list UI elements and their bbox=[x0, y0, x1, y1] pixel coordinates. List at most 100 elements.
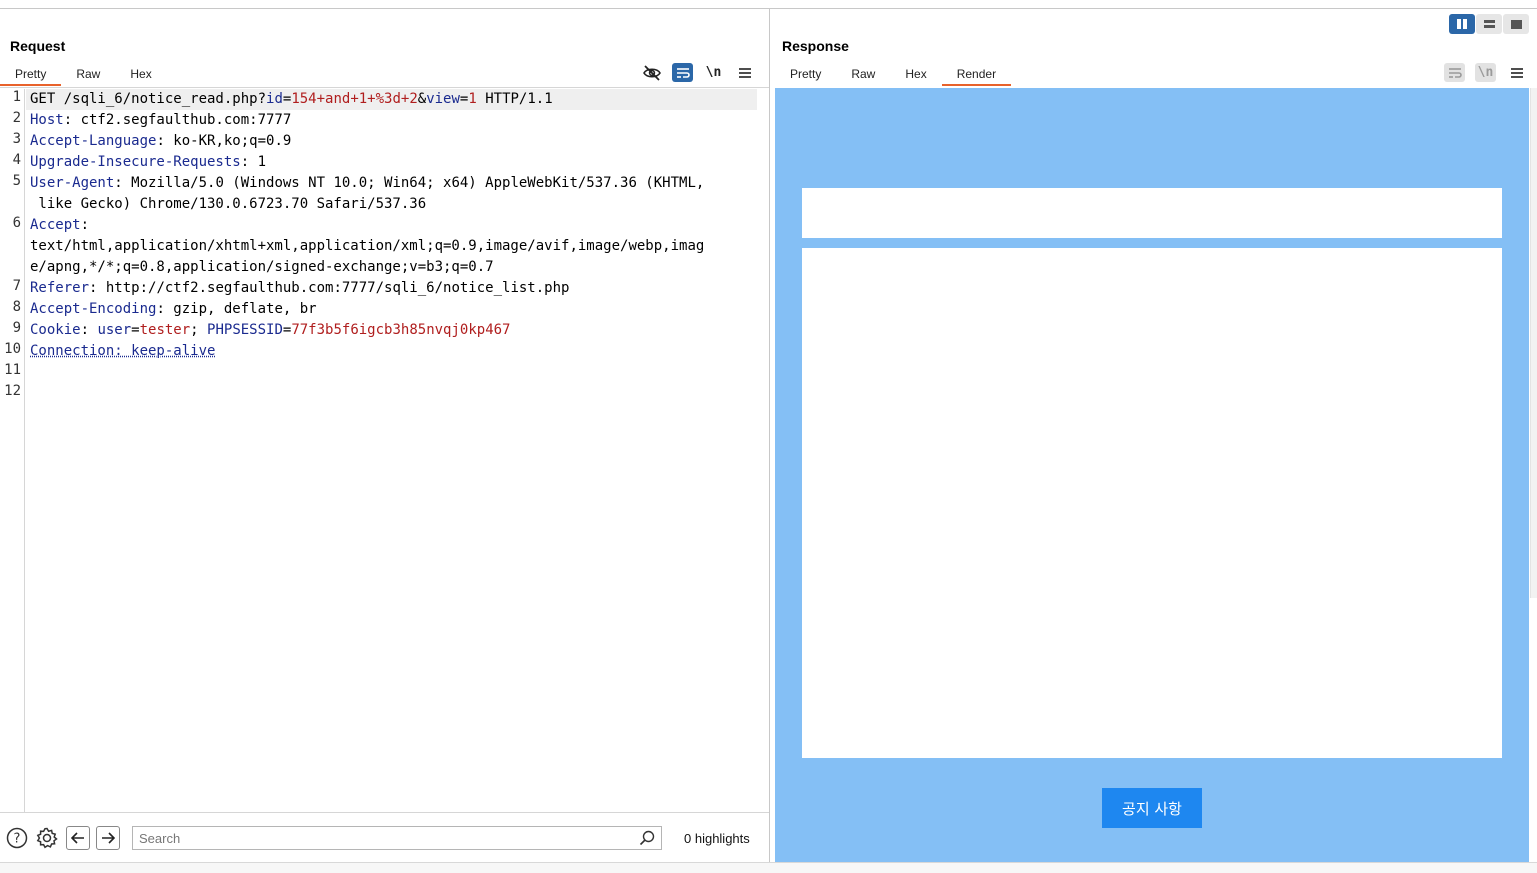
code-line: 10 Connection: keep-alive bbox=[0, 341, 769, 362]
search-icon[interactable] bbox=[639, 830, 655, 849]
line-number: 6 bbox=[12, 215, 21, 231]
line-text: Accept-Encoding: gzip, deflate, br bbox=[30, 299, 317, 320]
code-token: tester bbox=[139, 322, 191, 338]
arrow-left-icon bbox=[71, 832, 84, 844]
request-editor[interactable]: 1 GET /sqli_6/notice_read.php?id = 154+and+… bbox=[0, 89, 769, 812]
line-text: e/apng,*/*;q=0.8,application/signed-exch… bbox=[30, 257, 494, 278]
code-token: Accept bbox=[30, 217, 81, 233]
line-number: 7 bbox=[12, 278, 21, 294]
response-word-wrap-button[interactable] bbox=[1444, 63, 1465, 82]
code-token: HTTP/1.1 bbox=[476, 91, 553, 107]
response-toolbar: \n bbox=[1444, 63, 1527, 82]
rendered-title-box bbox=[802, 188, 1502, 238]
response-tab-render[interactable]: Render bbox=[941, 65, 1012, 86]
request-tab-pretty[interactable]: Pretty bbox=[0, 65, 62, 86]
request-tab-hex[interactable]: Hex bbox=[115, 65, 166, 86]
svg-text:?: ? bbox=[14, 832, 21, 847]
line-text: Referer: http://ctf2.segfaulthub.com:777… bbox=[30, 278, 569, 299]
request-toolbar: \n bbox=[641, 63, 755, 82]
arrow-right-icon bbox=[102, 832, 115, 844]
code-token: : Mozilla/5.0 (Windows NT 10.0; Win64; x… bbox=[114, 175, 705, 191]
code-token: : http://ctf2.segfaulthub.com:7777/sqli_… bbox=[89, 280, 570, 296]
search-input[interactable] bbox=[139, 831, 619, 846]
code-token: : ko-KR,ko;q=0.9 bbox=[156, 133, 292, 149]
highlights-count: 0 highlights bbox=[684, 831, 750, 846]
bottom-bar: ? Search 0 highlights bbox=[0, 812, 769, 862]
code-line: like Gecko) Chrome/130.0.6723.70 Safari/… bbox=[0, 194, 769, 215]
response-show-newlines-button[interactable]: \n bbox=[1475, 63, 1496, 82]
code-token: PHPSESSID bbox=[207, 322, 283, 338]
previous-button[interactable] bbox=[66, 826, 90, 850]
code-line: 4 Upgrade-Insecure-Requests: 1 bbox=[0, 152, 769, 173]
line-number: 5 bbox=[12, 173, 21, 189]
response-menu-button[interactable] bbox=[1506, 63, 1527, 82]
response-tab-raw[interactable]: Raw bbox=[836, 65, 890, 86]
response-panel: Response Pretty Raw Hex Render \n 공지 사항 bbox=[770, 9, 1537, 862]
render-scrollbar[interactable] bbox=[1530, 88, 1537, 598]
response-tabs: Pretty Raw Hex Render bbox=[775, 65, 1012, 86]
code-token: 77f3b5f6igcb3h85nvqj0kp467 bbox=[291, 322, 511, 338]
show-newlines-button[interactable]: \n bbox=[703, 63, 724, 82]
code-token: like Gecko) Chrome/130.0.6723.70 Safari/… bbox=[30, 196, 427, 212]
code-token: id bbox=[266, 91, 283, 107]
hamburger-icon bbox=[738, 67, 751, 78]
line-number: 8 bbox=[12, 299, 21, 315]
code-line: 11 bbox=[0, 362, 769, 383]
code-line: 7 Referer: http://ctf2.segfaulthub.com:77… bbox=[0, 278, 769, 299]
code-token: : bbox=[80, 322, 98, 338]
response-tab-pretty[interactable]: Pretty bbox=[775, 65, 836, 86]
code-token: Accept-Encoding bbox=[30, 301, 157, 317]
notice-button[interactable]: 공지 사항 bbox=[1102, 788, 1202, 828]
code-token: : 1 bbox=[240, 154, 267, 170]
line-number: 10 bbox=[4, 341, 21, 357]
line-number: 12 bbox=[4, 383, 21, 399]
line-text: like Gecko) Chrome/130.0.6723.70 Safari/… bbox=[30, 194, 426, 215]
status-strip bbox=[0, 863, 1537, 873]
settings-button[interactable] bbox=[35, 826, 59, 850]
word-wrap-button[interactable] bbox=[672, 63, 693, 82]
code-token: Referer bbox=[30, 280, 90, 296]
code-token: Cookie bbox=[30, 322, 81, 338]
code-token: Connection: keep-alive bbox=[30, 343, 216, 359]
next-button[interactable] bbox=[96, 826, 120, 850]
code-line: 3 Accept-Language: ko-KR,ko;q=0.9 bbox=[0, 131, 769, 152]
code-token: : gzip, deflate, br bbox=[156, 301, 317, 317]
menu-button[interactable] bbox=[734, 63, 755, 82]
hide-nonprintable-button[interactable] bbox=[641, 63, 662, 82]
code-token: & bbox=[417, 91, 427, 107]
code-token: GET /sqli_6/notice_read.php? bbox=[30, 91, 267, 107]
eye-off-icon bbox=[642, 64, 661, 81]
code-token: Host bbox=[30, 112, 64, 128]
line-text: text/html,application/xhtml+xml,applicat… bbox=[30, 236, 704, 257]
line-number: 2 bbox=[12, 110, 21, 126]
code-line: 9 Cookie: user=tester; PHPSESSID=77f3b5f6… bbox=[0, 320, 769, 341]
rendered-content-box bbox=[802, 248, 1502, 758]
line-number: 1 bbox=[12, 89, 21, 105]
request-tab-raw[interactable]: Raw bbox=[61, 65, 115, 86]
code-line: 2 Host: ctf2.segfaulthub.com:7777 bbox=[0, 110, 769, 131]
request-tabs: Pretty Raw Hex bbox=[0, 65, 167, 86]
line-text: Cookie: user=tester; PHPSESSID=77f3b5f6i… bbox=[30, 320, 510, 341]
code-line: e/apng,*/*;q=0.8,application/signed-exch… bbox=[0, 257, 769, 278]
wrap-lines-icon bbox=[1448, 67, 1462, 78]
code-line: 1 GET /sqli_6/notice_read.php?id=154+and+… bbox=[0, 89, 769, 110]
wrap-lines-icon bbox=[676, 67, 690, 78]
code-line: 12 bbox=[0, 383, 769, 404]
help-button[interactable]: ? bbox=[5, 826, 29, 850]
code-token: ; bbox=[190, 322, 208, 338]
code-token: User-Agent bbox=[30, 175, 115, 191]
line-text: Upgrade-Insecure-Requests: 1 bbox=[30, 152, 266, 173]
line-text: Accept-Language: ko-KR,ko;q=0.9 bbox=[30, 131, 291, 152]
code-token: : bbox=[80, 217, 90, 233]
response-tab-hex[interactable]: Hex bbox=[890, 65, 941, 86]
code-token: = bbox=[131, 322, 140, 338]
code-token: : ctf2.segfaulthub.com:7777 bbox=[63, 112, 292, 128]
line-text: Connection: keep-alive bbox=[30, 341, 215, 362]
line-number: 3 bbox=[12, 131, 21, 147]
search-field[interactable] bbox=[132, 826, 662, 850]
line-number: 4 bbox=[12, 152, 21, 168]
line-text: User-Agent: Mozilla/5.0 (Windows NT 10.0… bbox=[30, 173, 704, 194]
code-line: 5 User-Agent: Mozilla/5.0 (Windows NT 10.… bbox=[0, 173, 769, 194]
code-token: 154+and+1+%3d+2 bbox=[291, 91, 418, 107]
line-number: 9 bbox=[12, 320, 21, 336]
